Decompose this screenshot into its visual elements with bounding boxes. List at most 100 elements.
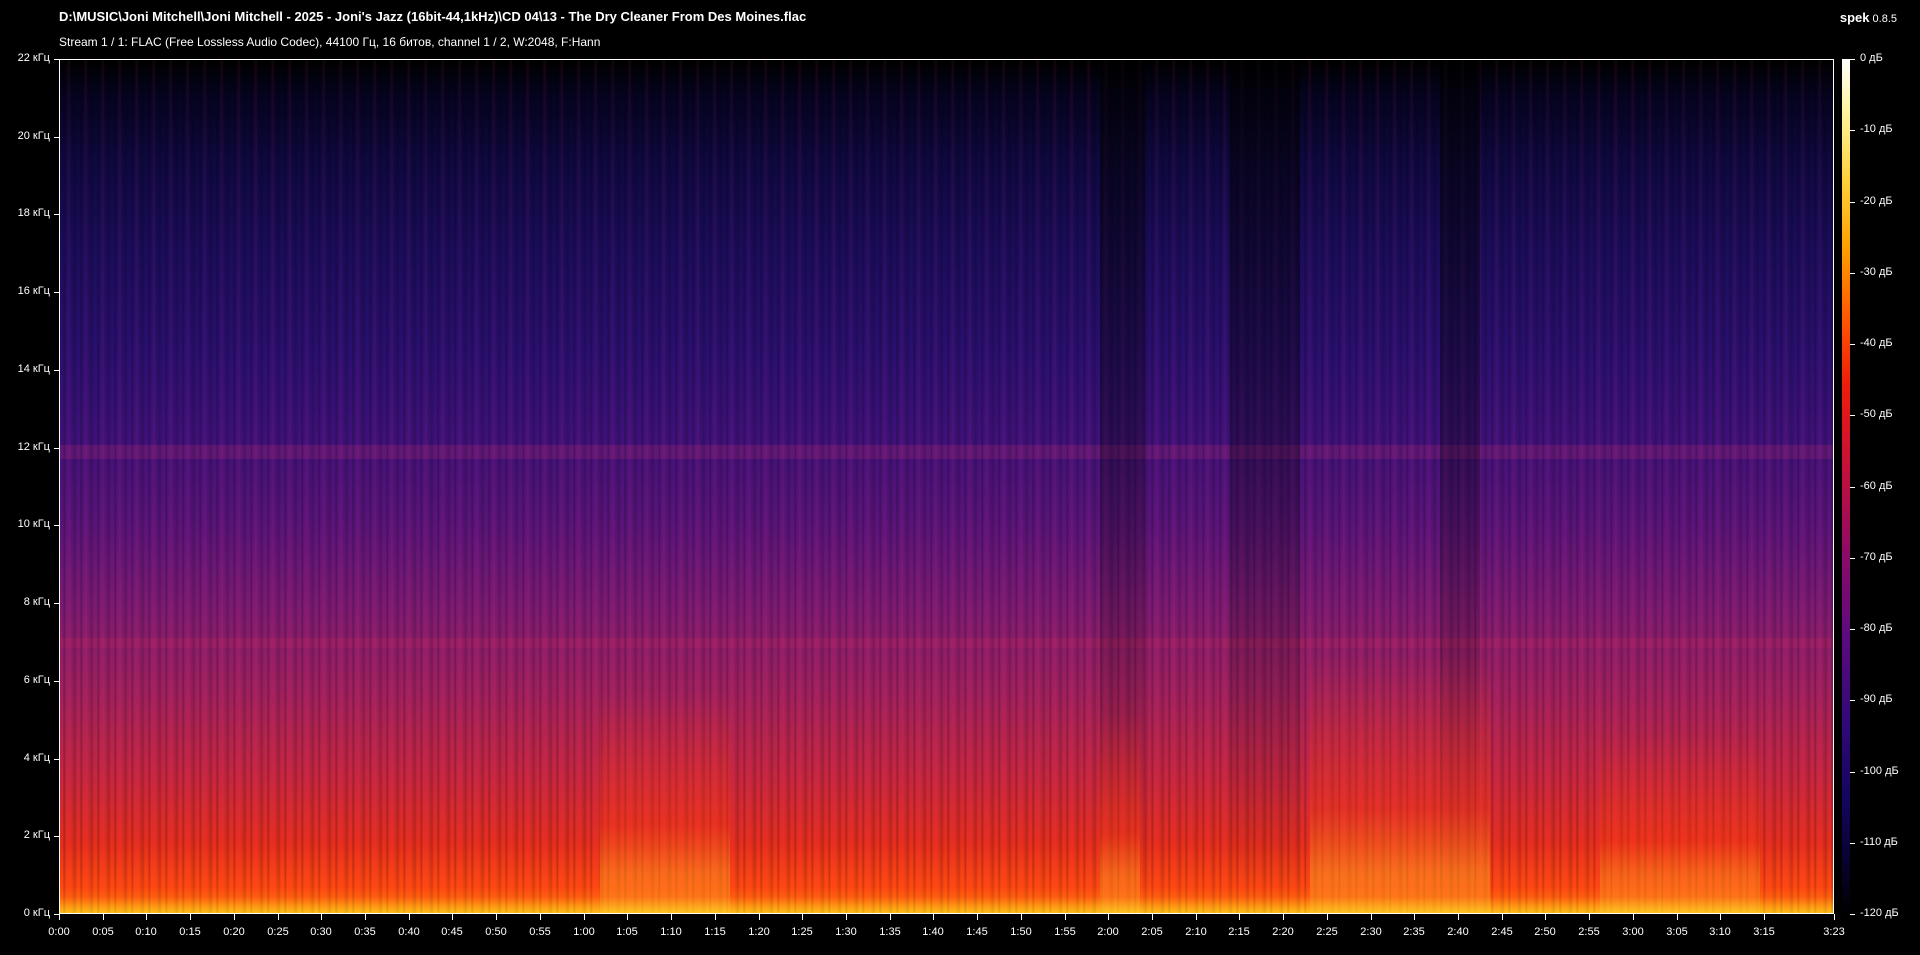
time-label: 1:05 — [616, 926, 638, 938]
time-tick — [1327, 914, 1328, 920]
frequency-tick — [54, 525, 59, 526]
time-tick — [584, 914, 585, 920]
db-label: -60 дБ — [1860, 480, 1893, 492]
time-label: 0:55 — [529, 926, 551, 938]
db-label: -10 дБ — [1860, 123, 1893, 135]
time-label: 1:40 — [922, 926, 944, 938]
db-tick — [1850, 772, 1855, 773]
frequency-label: 10 кГц — [17, 518, 50, 530]
time-tick — [1371, 914, 1372, 920]
frequency-label: 22 кГц — [17, 52, 50, 64]
time-tick — [627, 914, 628, 920]
time-label: 2:40 — [1447, 926, 1469, 938]
time-label: 1:45 — [966, 926, 988, 938]
time-tick — [540, 914, 541, 920]
db-label: -90 дБ — [1860, 693, 1893, 705]
time-label: 2:45 — [1491, 926, 1513, 938]
file-path-title: D:\MUSIC\Joni Mitchell\Joni Mitchell - 2… — [59, 9, 807, 24]
time-tick — [1545, 914, 1546, 920]
frequency-tick — [54, 759, 59, 760]
time-tick — [1196, 914, 1197, 920]
db-tick — [1850, 344, 1855, 345]
time-tick — [278, 914, 279, 920]
frequency-label: 4 кГц — [23, 752, 50, 764]
time-tick — [802, 914, 803, 920]
time-label: 1:50 — [1010, 926, 1032, 938]
spectrogram-plot[interactable] — [59, 59, 1834, 914]
time-tick — [671, 914, 672, 920]
frequency-tick — [54, 370, 59, 371]
frequency-tick — [54, 214, 59, 215]
frequency-label: 8 кГц — [23, 596, 50, 608]
time-tick — [1502, 914, 1503, 920]
time-tick — [190, 914, 191, 920]
frequency-tick — [54, 603, 59, 604]
db-tick — [1850, 415, 1855, 416]
time-tick — [321, 914, 322, 920]
db-tick — [1850, 130, 1855, 131]
db-label: -120 дБ — [1860, 907, 1899, 919]
time-tick — [1065, 914, 1066, 920]
db-label: -80 дБ — [1860, 622, 1893, 634]
time-tick — [1677, 914, 1678, 920]
time-tick — [365, 914, 366, 920]
time-label: 2:25 — [1316, 926, 1338, 938]
db-label: 0 дБ — [1860, 52, 1883, 64]
time-label: 0:45 — [441, 926, 463, 938]
time-tick — [1589, 914, 1590, 920]
time-tick — [1834, 914, 1835, 920]
app-brand: spek 0.8.5 — [1840, 9, 1897, 27]
time-label: 0:25 — [267, 926, 289, 938]
time-label: 1:30 — [835, 926, 857, 938]
time-label: 2:30 — [1360, 926, 1382, 938]
time-tick — [1764, 914, 1765, 920]
time-label: 1:20 — [748, 926, 770, 938]
frequency-tick — [54, 292, 59, 293]
time-label: 2:10 — [1185, 926, 1207, 938]
time-label: 3:00 — [1622, 926, 1644, 938]
time-label: 2:05 — [1141, 926, 1163, 938]
frequency-label: 6 кГц — [23, 674, 50, 686]
frequency-label: 0 кГц — [23, 907, 50, 919]
time-label: 0:30 — [310, 926, 332, 938]
db-label: -30 дБ — [1860, 266, 1893, 278]
time-tick — [933, 914, 934, 920]
db-label: -100 дБ — [1860, 765, 1899, 777]
time-tick — [1414, 914, 1415, 920]
quiet-region — [1230, 60, 1300, 913]
time-label: 1:15 — [704, 926, 726, 938]
db-tick — [1850, 59, 1855, 60]
frequency-label: 18 кГц — [17, 207, 50, 219]
frequency-label: 20 кГц — [17, 130, 50, 142]
time-tick — [1458, 914, 1459, 920]
time-label: 0:50 — [485, 926, 507, 938]
frequency-tick — [54, 59, 59, 60]
frequency-tick — [54, 836, 59, 837]
time-label: 0:05 — [92, 926, 114, 938]
time-tick — [409, 914, 410, 920]
db-label: -50 дБ — [1860, 408, 1893, 420]
time-tick — [234, 914, 235, 920]
time-label: 2:20 — [1272, 926, 1294, 938]
db-label: -70 дБ — [1860, 551, 1893, 563]
db-color-scale — [1842, 59, 1850, 914]
time-label: 0:20 — [223, 926, 245, 938]
db-tick — [1850, 843, 1855, 844]
time-tick — [146, 914, 147, 920]
time-label: 1:25 — [791, 926, 813, 938]
db-tick — [1850, 558, 1855, 559]
frequency-label: 14 кГц — [17, 363, 50, 375]
time-label: 1:00 — [573, 926, 595, 938]
time-label: 2:50 — [1534, 926, 1556, 938]
time-tick — [1152, 914, 1153, 920]
frequency-label: 2 кГц — [23, 829, 50, 841]
time-label: 2:00 — [1097, 926, 1119, 938]
frequency-tick — [54, 137, 59, 138]
time-label: 0:40 — [398, 926, 420, 938]
time-tick — [1720, 914, 1721, 920]
time-label: 2:55 — [1578, 926, 1600, 938]
db-tick — [1850, 273, 1855, 274]
time-tick — [846, 914, 847, 920]
db-label: -110 дБ — [1860, 836, 1898, 848]
db-tick — [1850, 629, 1855, 630]
